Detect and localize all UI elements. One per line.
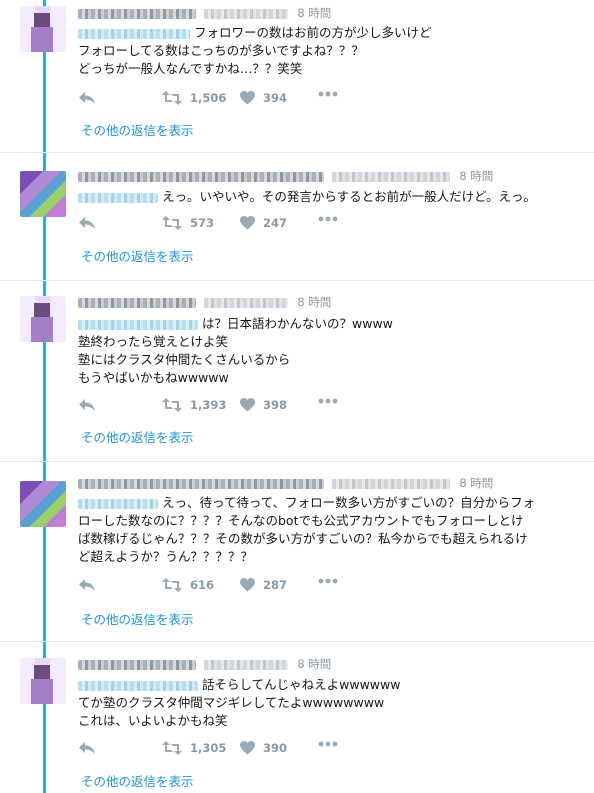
- tweet-text: 話そらしてんじゃねえよwwwwww てか塾のクラスタ仲間マジギレしてたよwwww…: [78, 677, 401, 728]
- like-count: 390: [263, 741, 288, 755]
- tweet-header: 8 時間: [78, 168, 493, 188]
- tweet-header: 8 時間: [78, 5, 331, 25]
- tweet-actions: 616 287: [78, 578, 378, 596]
- retweet-button[interactable]: 616: [162, 578, 214, 592]
- tweet-actions: 573 247: [78, 216, 378, 234]
- timestamp[interactable]: 8 時間: [459, 476, 493, 490]
- more-options-button[interactable]: [318, 91, 338, 97]
- retweet-count: 1,305: [190, 741, 227, 755]
- retweet-button[interactable]: 1,393: [162, 398, 226, 412]
- avatar[interactable]: [20, 658, 66, 704]
- like-count: 394: [263, 91, 288, 105]
- retweet-button[interactable]: 1,506: [162, 91, 226, 105]
- display-name[interactable]: [78, 478, 324, 489]
- username[interactable]: [331, 478, 450, 489]
- tweet-text: えっ、待って待って、フォロー数多い方がすごいの？自分からフォ ローした数なのに？…: [78, 495, 536, 564]
- retweet-icon: [162, 91, 182, 105]
- tweet-text: フォロワーの数はお前の方が少し多いけど フォローしてる数はこっちのが多いですよね…: [78, 25, 432, 76]
- like-button[interactable]: 394: [240, 91, 287, 105]
- reply-icon: [79, 399, 95, 411]
- tweet-actions: 1,506 394: [78, 91, 378, 109]
- display-name[interactable]: [78, 297, 196, 308]
- tweet-divider: [0, 152, 594, 153]
- username[interactable]: [331, 171, 450, 182]
- tweet-divider: [0, 280, 594, 281]
- retweet-icon: [162, 398, 182, 412]
- more-options-button[interactable]: [318, 398, 338, 404]
- reply-icon: [79, 742, 95, 754]
- tweet-header: 8 時間: [78, 475, 493, 495]
- timestamp[interactable]: 8 時間: [297, 295, 331, 309]
- mention[interactable]: [78, 680, 198, 691]
- more-icon: [318, 91, 338, 97]
- tweet-actions: 1,305 390: [78, 741, 378, 759]
- display-name[interactable]: [78, 8, 196, 19]
- tweet-header: 8 時間: [78, 656, 331, 676]
- more-icon: [318, 578, 338, 584]
- avatar[interactable]: [20, 481, 66, 527]
- retweet-count: 1,506: [190, 91, 227, 105]
- reply-icon: [79, 217, 95, 229]
- heart-icon: [240, 578, 255, 592]
- mention[interactable]: [78, 28, 190, 39]
- reply-button[interactable]: [78, 398, 96, 412]
- retweet-icon: [162, 578, 182, 592]
- more-options-button[interactable]: [318, 741, 338, 747]
- reply-button[interactable]: [78, 216, 96, 230]
- show-more-replies-link[interactable]: その他の返信を表示: [81, 120, 194, 139]
- like-count: 287: [263, 578, 288, 592]
- avatar[interactable]: [20, 171, 66, 217]
- reply-icon: [79, 579, 95, 591]
- heart-icon: [240, 91, 255, 105]
- display-name[interactable]: [78, 171, 324, 182]
- display-name[interactable]: [78, 659, 196, 670]
- reply-button[interactable]: [78, 578, 96, 592]
- username[interactable]: [203, 297, 288, 308]
- like-button[interactable]: 287: [240, 578, 287, 592]
- mention[interactable]: [78, 192, 158, 203]
- retweet-count: 573: [190, 216, 215, 230]
- tweet-divider: [0, 461, 594, 462]
- heart-icon: [240, 741, 255, 755]
- more-icon: [318, 741, 338, 747]
- avatar[interactable]: [20, 296, 66, 342]
- retweet-count: 616: [190, 578, 215, 592]
- mention[interactable]: [78, 498, 158, 509]
- tweet-text: えっ。いやいや。その発言からするとお前が一般人だけど。えっ。: [78, 188, 536, 206]
- tweet-header: 8 時間: [78, 294, 331, 314]
- more-options-button[interactable]: [318, 578, 338, 584]
- tweet-text: は？日本語わかんないの？wwww 塾終わったら覚えとけよ笑 塾にはクラスタ仲間た…: [78, 316, 393, 385]
- retweet-button[interactable]: 1,305: [162, 741, 226, 755]
- like-count: 398: [263, 398, 288, 412]
- retweet-icon: [162, 216, 182, 230]
- like-count: 247: [263, 216, 288, 230]
- retweet-button[interactable]: 573: [162, 216, 214, 230]
- like-button[interactable]: 247: [240, 216, 287, 230]
- more-icon: [318, 216, 338, 222]
- username[interactable]: [203, 659, 288, 670]
- heart-icon: [240, 216, 255, 230]
- retweet-count: 1,393: [190, 398, 227, 412]
- reply-button[interactable]: [78, 741, 96, 755]
- tweet-actions: 1,393 398: [78, 398, 378, 416]
- show-more-replies-link[interactable]: その他の返信を表示: [81, 771, 194, 790]
- tweet-divider: [0, 641, 594, 642]
- more-icon: [318, 398, 338, 404]
- reply-icon: [79, 92, 95, 104]
- timestamp[interactable]: 8 時間: [459, 169, 493, 183]
- more-options-button[interactable]: [318, 216, 338, 222]
- show-more-replies-link[interactable]: その他の返信を表示: [81, 609, 194, 628]
- timestamp[interactable]: 8 時間: [297, 657, 331, 671]
- avatar[interactable]: [20, 6, 66, 52]
- timestamp[interactable]: 8 時間: [297, 6, 331, 20]
- retweet-icon: [162, 741, 182, 755]
- like-button[interactable]: 398: [240, 398, 287, 412]
- show-more-replies-link[interactable]: その他の返信を表示: [81, 246, 194, 265]
- like-button[interactable]: 390: [240, 741, 287, 755]
- heart-icon: [240, 398, 255, 412]
- reply-button[interactable]: [78, 91, 96, 105]
- mention[interactable]: [78, 319, 198, 330]
- show-more-replies-link[interactable]: その他の返信を表示: [81, 427, 194, 446]
- username[interactable]: [203, 8, 288, 19]
